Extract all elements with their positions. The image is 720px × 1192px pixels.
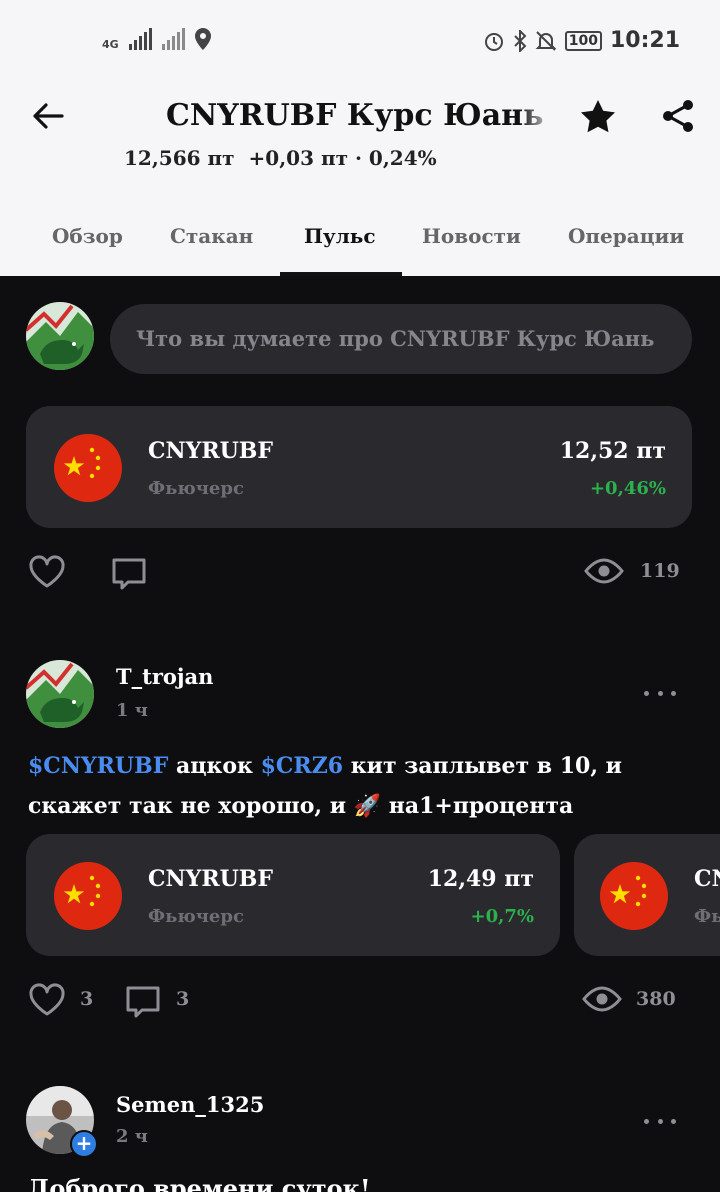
alarm-icon (484, 32, 503, 51)
follow-plus-icon[interactable]: + (70, 1130, 98, 1158)
heart-icon (29, 983, 65, 1016)
instrument-card-partial[interactable]: CNYRUBF Фьючерс (574, 834, 720, 956)
tab-operations[interactable]: Операции (568, 224, 684, 248)
heart-icon (29, 555, 65, 588)
instrument-type: Фьючерс (694, 906, 720, 927)
signal2-icon (161, 28, 185, 50)
share-icon (663, 100, 693, 132)
post-time: 2 ч (116, 1126, 148, 1147)
more-options-button[interactable] (640, 678, 680, 708)
bull-avatar-image (26, 660, 94, 728)
active-tab-indicator (280, 272, 402, 276)
views-count: 380 (636, 988, 676, 1010)
star-icon (581, 100, 615, 133)
comment-button[interactable] (122, 982, 164, 1022)
like-button[interactable] (26, 552, 68, 592)
post-composer-input[interactable]: Что вы думаете про CNYRUBF Курс Юань (110, 304, 692, 374)
comments-count: 3 (176, 988, 190, 1010)
eye-icon (584, 558, 624, 584)
tab-pulse[interactable]: Пульс (304, 224, 376, 248)
network-type: 4G (102, 38, 119, 51)
author-name[interactable]: T_trojan (116, 664, 213, 689)
tab-orderbook[interactable]: Стакан (170, 224, 253, 248)
back-button[interactable] (30, 98, 66, 134)
rocket-emoji: 🚀 (353, 793, 382, 819)
price-change: +0,03 пт · 0,24% (248, 146, 437, 170)
post-body: $CNYRUBF ацкок $CRZ6 кит заплывет в 10, … (28, 746, 698, 826)
instrument-change: +0,46% (589, 478, 666, 499)
views-indicator (582, 556, 626, 586)
views-indicator (580, 984, 624, 1014)
china-flag-icon (600, 862, 668, 930)
instrument-type: Фьючерс (148, 906, 244, 927)
comment-icon (112, 558, 146, 590)
post-body: Доброго времени суток! (28, 1174, 371, 1192)
comment-icon (126, 986, 160, 1018)
eye-icon (582, 986, 622, 1012)
status-right: 100 10:21 (483, 28, 680, 53)
post-text-part: ацкок (168, 753, 261, 779)
instrument-ticker: CNYRUBF (694, 866, 720, 892)
author-avatar[interactable] (26, 660, 94, 728)
signal-icon (128, 28, 152, 50)
post-time: 1 ч (116, 700, 148, 721)
tab-overview[interactable]: Обзор (52, 224, 123, 248)
tab-bar: Обзор Стакан Пульс Новости Операции (0, 216, 720, 276)
comment-button[interactable] (108, 554, 150, 594)
instrument-change: +0,7% (470, 906, 534, 927)
instrument-card[interactable]: CNYRUBF Фьючерс 12,49 пт +0,7% (26, 834, 560, 956)
price-quote: 12,566 пт +0,03 пт · 0,24% (124, 146, 437, 170)
ticker-tag-link[interactable]: $CRZ6 (261, 753, 343, 779)
status-left: 4G (102, 28, 211, 50)
ticker-tag-link[interactable]: $CNYRUBF (28, 753, 168, 779)
current-price: 12,566 пт (124, 146, 235, 170)
page-title: CNYRUBF Курс Юань (166, 98, 544, 133)
instrument-price: 12,52 пт (559, 438, 666, 464)
favorite-button[interactable] (578, 96, 618, 136)
views-count: 119 (640, 560, 680, 582)
status-time: 10:21 (609, 28, 680, 53)
likes-count: 3 (80, 988, 94, 1010)
location-icon (194, 28, 211, 50)
tab-news[interactable]: Новости (422, 224, 521, 248)
bluetooth-icon (514, 29, 527, 52)
mute-icon (535, 30, 557, 51)
post-text-part: на1+процента (381, 793, 574, 819)
user-avatar[interactable] (26, 302, 94, 370)
like-button[interactable] (26, 980, 68, 1020)
share-button[interactable] (658, 96, 698, 136)
author-name[interactable]: Semen_1325 (116, 1092, 264, 1117)
instrument-type: Фьючерс (148, 478, 244, 499)
bull-avatar-image (26, 302, 94, 370)
arrow-left-icon (33, 103, 64, 129)
instrument-ticker: CNYRUBF (148, 438, 274, 464)
more-options-button[interactable] (640, 1106, 680, 1136)
title-fade (520, 98, 556, 138)
instrument-price: 12,49 пт (427, 866, 534, 892)
battery-icon: 100 (564, 30, 602, 51)
instrument-card[interactable]: CNYRUBF Фьючерс 12,52 пт +0,46% (26, 406, 692, 528)
china-flag-icon (54, 862, 122, 930)
status-bar: 4G 100 10:21 (0, 24, 720, 60)
app-header: 4G 100 10:21 CNYRUBF Курс Юань 12,566 пт… (0, 0, 720, 276)
instrument-ticker: CNYRUBF (148, 866, 274, 892)
china-flag-icon (54, 434, 122, 502)
